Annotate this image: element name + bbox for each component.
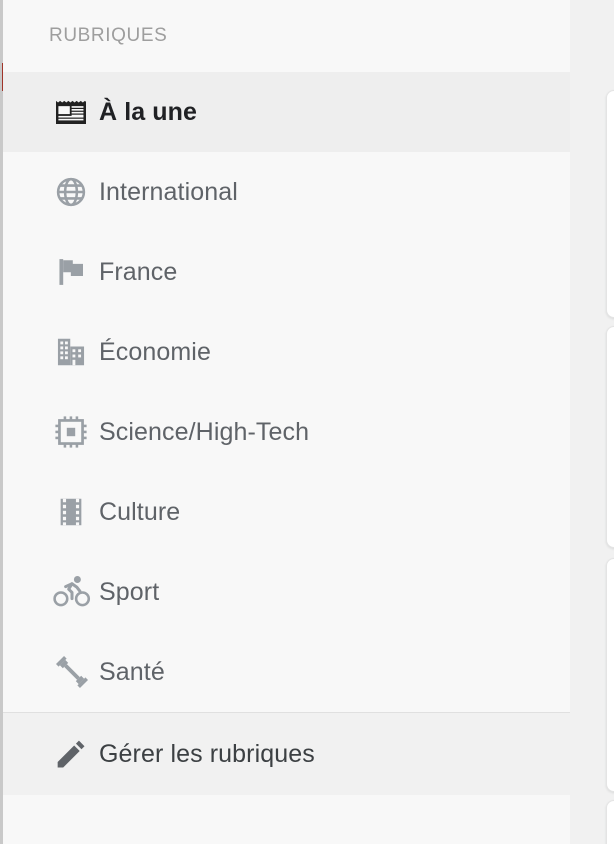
dumbbell-icon [53, 653, 99, 691]
cpu-chip-icon [53, 414, 99, 450]
building-icon [53, 334, 99, 370]
sidebar-category-list: À la une International France Économie S… [3, 72, 570, 712]
sidebar-item-label: Santé [99, 657, 165, 686]
background-card[interactable] [606, 800, 614, 844]
globe-icon [53, 174, 99, 210]
cyclist-icon [53, 573, 99, 611]
sidebar-item-label: À la une [99, 97, 198, 126]
film-strip-icon [53, 494, 99, 530]
pencil-icon [53, 736, 99, 772]
drawer-section-header: RUBRIQUES [3, 0, 570, 72]
background-card[interactable] [606, 558, 614, 792]
sidebar-item-culture[interactable]: Culture [3, 472, 570, 552]
sidebar-item-label: Sport [99, 577, 160, 606]
sidebar-item-label: France [99, 257, 178, 286]
drawer-section-header-label: RUBRIQUES [49, 25, 168, 46]
sidebar-item-international[interactable]: International [3, 152, 570, 232]
manage-categories-button[interactable]: Gérer les rubriques [3, 713, 570, 795]
sidebar-item-economie[interactable]: Économie [3, 312, 570, 392]
sidebar-item-science-high-tech[interactable]: Science/High-Tech [3, 392, 570, 472]
news-app-drawer-screen: RUBRIQUES À la une International France … [0, 0, 614, 844]
sidebar-item-a-la-une[interactable]: À la une [3, 72, 570, 152]
background-article-cards [570, 0, 614, 844]
sidebar-item-label: International [99, 177, 238, 206]
navigation-drawer: RUBRIQUES À la une International France … [3, 0, 570, 844]
sidebar-item-sante[interactable]: Santé [3, 632, 570, 712]
flag-icon [53, 254, 99, 290]
sidebar-item-france[interactable]: France [3, 232, 570, 312]
background-card[interactable] [606, 90, 614, 318]
background-card[interactable] [606, 326, 614, 548]
manage-categories-label: Gérer les rubriques [99, 739, 315, 768]
sidebar-item-label: Économie [99, 337, 211, 366]
sidebar-item-label: Science/High-Tech [99, 417, 310, 446]
newspaper-icon [53, 94, 99, 130]
sidebar-item-sport[interactable]: Sport [3, 552, 570, 632]
sidebar-item-label: Culture [99, 497, 181, 526]
